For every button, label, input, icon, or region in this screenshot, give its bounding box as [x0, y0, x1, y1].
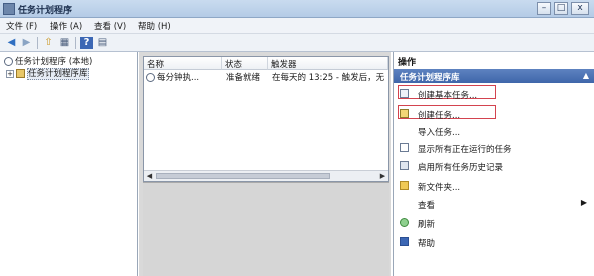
- action-help[interactable]: 帮助: [394, 234, 594, 250]
- center-pane: 名称 状态 触发器 每分钟执... 准备就绪 在每天的 13:25 - 触发后，…: [139, 52, 391, 276]
- clock-icon: [4, 57, 13, 66]
- calendar-task-icon: [400, 89, 409, 98]
- task-status: 准备就绪: [226, 73, 261, 83]
- show-hide-console-tree-icon[interactable]: ▦: [58, 37, 71, 49]
- help-icon[interactable]: ?: [80, 37, 93, 49]
- menu-file[interactable]: 文件 (F): [6, 20, 37, 32]
- task-scheduler-app-icon: [3, 3, 15, 15]
- task-clock-icon: [146, 73, 155, 82]
- action-refresh[interactable]: 刷新: [394, 215, 594, 231]
- task-list: 名称 状态 触发器 每分钟执... 准备就绪 在每天的 13:25 - 触发后，…: [143, 56, 389, 182]
- scroll-left-icon[interactable]: ◀: [145, 172, 154, 180]
- action-label: 帮助: [418, 239, 436, 249]
- horizontal-scrollbar[interactable]: ◀ ▶: [144, 170, 388, 181]
- tree-item-root[interactable]: 任务计划程序 (本地): [4, 55, 92, 67]
- menu-view[interactable]: 查看 (V): [94, 20, 126, 32]
- action-create-task[interactable]: 创建任务...: [394, 106, 594, 122]
- window-title: 任务计划程序: [18, 6, 73, 16]
- task-details-pane: [143, 182, 389, 276]
- back-icon[interactable]: ◀: [5, 37, 18, 49]
- show-action-pane-icon[interactable]: ▤: [96, 37, 109, 49]
- menu-bar: 文件 (F) 操作 (A) 查看 (V) 帮助 (H): [0, 18, 594, 34]
- tree-library-label: 任务计划程序库: [27, 68, 89, 80]
- help-icon: [400, 237, 409, 246]
- task-name: 每分钟执...: [157, 73, 200, 83]
- task-library-folder-icon: [16, 69, 25, 78]
- expand-icon[interactable]: +: [6, 69, 14, 78]
- title-bar: 任务计划程序 – □ x: [0, 0, 594, 18]
- action-import-task[interactable]: 导入任务...: [394, 123, 594, 139]
- console-tree: 任务计划程序 (本地) + 任务计划程序库: [0, 52, 138, 276]
- maximize-button[interactable]: □: [554, 2, 568, 15]
- scroll-thumb[interactable]: [156, 173, 330, 179]
- toolbar-separator: [75, 37, 76, 49]
- column-header-name[interactable]: 名称: [144, 57, 222, 70]
- action-enable-history[interactable]: 启用所有任务历史记录: [394, 158, 594, 174]
- close-button[interactable]: x: [571, 2, 589, 15]
- actions-section-header[interactable]: 任务计划程序库 ▲: [394, 69, 594, 83]
- toolbar: ◀ ▶ ⇧ ▦ ? ▤: [0, 34, 594, 52]
- up-folder-icon[interactable]: ⇧: [42, 37, 55, 49]
- table-row[interactable]: 每分钟执... 准备就绪 在每天的 13:25 - 触发后，无: [144, 71, 388, 83]
- action-label: 显示所有正在运行的任务: [418, 145, 512, 155]
- tree-root-label: 任务计划程序 (本地): [15, 57, 93, 67]
- new-task-icon: [400, 109, 409, 118]
- action-label: 启用所有任务历史记录: [418, 163, 504, 173]
- action-label: 查看: [418, 201, 436, 211]
- column-header-trigger[interactable]: 触发器: [268, 57, 388, 70]
- submenu-arrow-icon: ▶: [580, 198, 587, 207]
- running-tasks-icon: [400, 143, 409, 152]
- toolbar-separator: [37, 37, 38, 49]
- collapse-arrow-icon[interactable]: ▲: [583, 71, 589, 80]
- action-create-basic-task[interactable]: 创建基本任务...: [394, 86, 594, 102]
- menu-action[interactable]: 操作 (A): [50, 20, 82, 32]
- task-trigger: 在每天的 13:25 - 触发后，无: [272, 73, 385, 83]
- forward-icon[interactable]: ▶: [20, 37, 33, 49]
- history-icon: [400, 161, 409, 170]
- menu-help[interactable]: 帮助 (H): [138, 20, 171, 32]
- column-header-status[interactable]: 状态: [222, 57, 268, 70]
- action-new-folder[interactable]: 新文件夹...: [394, 178, 594, 194]
- action-label: 导入任务...: [418, 128, 461, 138]
- folder-icon: [400, 181, 409, 190]
- action-label: 刷新: [418, 220, 436, 230]
- tree-item-library[interactable]: + 任务计划程序库: [6, 67, 89, 80]
- action-view[interactable]: 查看 ▶: [394, 196, 594, 212]
- actions-title: 操作: [398, 58, 417, 68]
- action-label: 创建基本任务...: [418, 91, 478, 101]
- action-label: 新文件夹...: [418, 183, 461, 193]
- action-label: 创建任务...: [418, 111, 461, 121]
- scroll-right-icon[interactable]: ▶: [378, 172, 387, 180]
- actions-section-title: 任务计划程序库: [400, 73, 460, 83]
- minimize-button[interactable]: –: [537, 2, 551, 15]
- actions-pane: 操作 任务计划程序库 ▲ 创建基本任务... 创建任务... 导入任务... 显…: [393, 52, 594, 276]
- refresh-icon: [400, 218, 409, 227]
- action-display-running-tasks[interactable]: 显示所有正在运行的任务: [394, 140, 594, 156]
